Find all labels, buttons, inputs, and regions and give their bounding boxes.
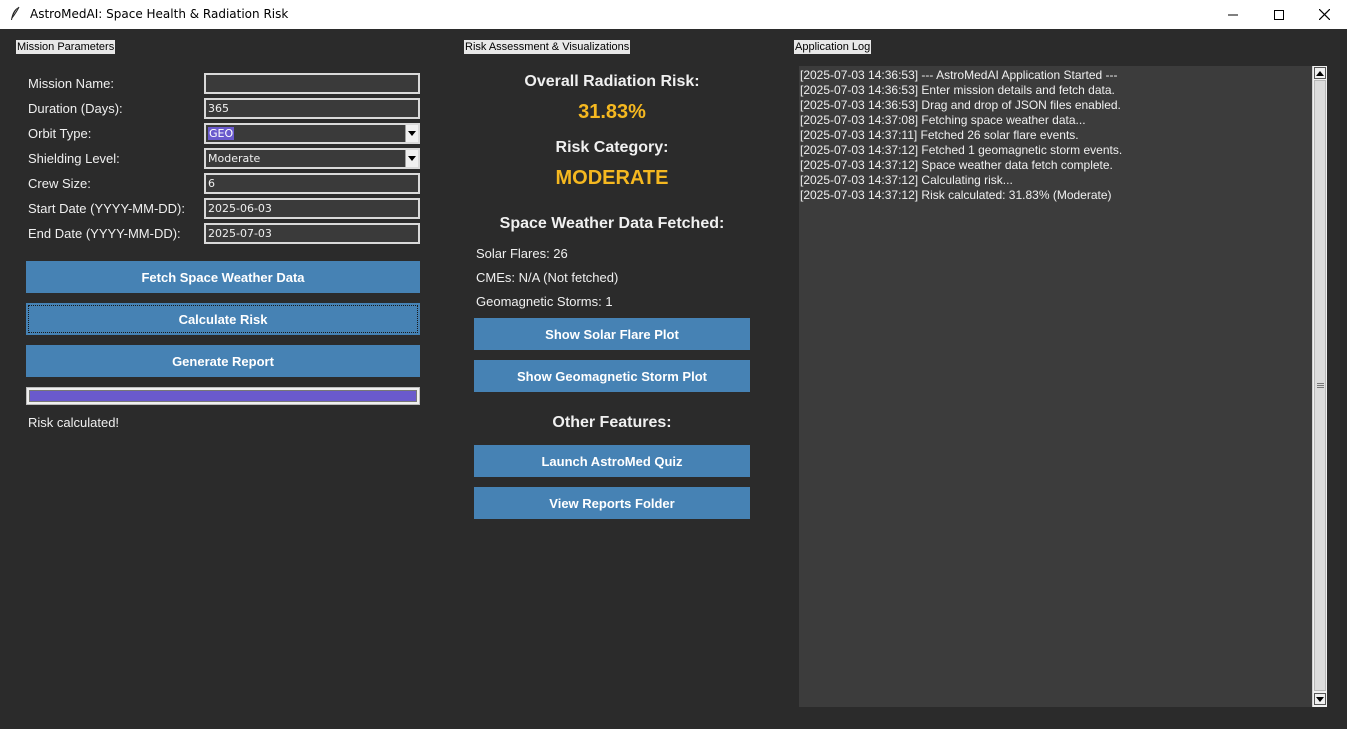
- progress-track: [29, 390, 417, 402]
- orbit-type-label: Orbit Type:: [28, 126, 92, 141]
- fetch-space-weather-button[interactable]: Fetch Space Weather Data: [26, 261, 420, 293]
- log-lines: [2025-07-03 14:36:53] --- AstroMedAI App…: [800, 68, 1310, 203]
- start-date-input[interactable]: 2025-06-03: [204, 198, 420, 219]
- close-button[interactable]: [1301, 0, 1347, 29]
- log-line: [2025-07-03 14:36:53] Drag and drop of J…: [800, 98, 1121, 112]
- risk-category-value: MODERATE: [555, 167, 669, 189]
- scroll-up-button[interactable]: [1314, 67, 1326, 79]
- grip-line: [1317, 387, 1324, 388]
- cmes-count: CMEs: N/A (Not fetched): [476, 270, 619, 285]
- dropdown-arrow-icon[interactable]: [405, 125, 418, 142]
- crew-size-label: Crew Size:: [28, 176, 91, 191]
- application-log[interactable]: [2025-07-03 14:36:53] --- AstroMedAI App…: [799, 66, 1327, 707]
- log-line: [2025-07-03 14:37:11] Fetched 26 solar f…: [800, 128, 1079, 142]
- duration-label: Duration (Days):: [28, 101, 123, 116]
- chevron-down-icon: [1316, 696, 1324, 702]
- log-scrollbar[interactable]: [1312, 66, 1327, 707]
- shielding-level-label: Shielding Level:: [28, 151, 120, 166]
- duration-input[interactable]: 365: [204, 98, 420, 119]
- log-line: [2025-07-03 14:36:53] Enter mission deta…: [800, 83, 1115, 97]
- title-bar: AstroMedAI: Space Health & Radiation Ris…: [0, 0, 1347, 29]
- solar-flares-count: Solar Flares: 26: [476, 246, 568, 261]
- log-line: [2025-07-03 14:37:08] Fetching space wea…: [800, 113, 1086, 127]
- launch-quiz-button[interactable]: Launch AstroMed Quiz: [474, 445, 750, 477]
- log-line: [2025-07-03 14:37:12] Risk calculated: 3…: [800, 188, 1112, 202]
- risk-assessment-label: Risk Assessment & Visualizations: [464, 40, 631, 54]
- end-date-label: End Date (YYYY-MM-DD):: [28, 226, 181, 241]
- shielding-level-value: Moderate: [208, 152, 261, 165]
- calculate-risk-button[interactable]: Calculate Risk: [26, 303, 420, 335]
- space-weather-heading: Space Weather Data Fetched:: [499, 215, 725, 232]
- end-date-input[interactable]: 2025-07-03: [204, 223, 420, 244]
- focus-ring: [28, 305, 418, 333]
- scroll-down-button[interactable]: [1314, 693, 1326, 705]
- generate-report-button[interactable]: Generate Report: [26, 345, 420, 377]
- shielding-level-select[interactable]: Moderate: [204, 148, 420, 169]
- log-line: [2025-07-03 14:37:12] Fetched 1 geomagne…: [800, 143, 1123, 157]
- progress-bar: [26, 387, 420, 405]
- mission-parameters-label: Mission Parameters: [16, 40, 116, 54]
- other-features-heading: Other Features:: [552, 414, 672, 431]
- log-line: [2025-07-03 14:37:12] Space weather data…: [800, 158, 1113, 172]
- mission-name-input[interactable]: [204, 73, 420, 94]
- scrollbar-thumb[interactable]: [1314, 80, 1326, 691]
- show-geomagnetic-storm-plot-button[interactable]: Show Geomagnetic Storm Plot: [474, 360, 750, 392]
- overall-risk-label: Overall Radiation Risk:: [524, 73, 700, 90]
- orbit-type-select[interactable]: GEO: [204, 123, 420, 144]
- orbit-type-value: GEO: [208, 127, 235, 140]
- mission-name-label: Mission Name:: [28, 76, 114, 91]
- main-area: Mission Parameters Mission Name: Duratio…: [0, 29, 1347, 729]
- chevron-up-icon: [1316, 70, 1324, 76]
- close-icon: [1318, 9, 1330, 20]
- dropdown-arrow-icon[interactable]: [405, 150, 418, 167]
- minimize-icon: [1228, 14, 1238, 15]
- maximize-button[interactable]: [1256, 0, 1302, 29]
- crew-size-input[interactable]: 6: [204, 173, 420, 194]
- show-solar-flare-plot-button[interactable]: Show Solar Flare Plot: [474, 318, 750, 350]
- grip-line: [1317, 385, 1324, 386]
- log-line: [2025-07-03 14:37:12] Calculating risk..…: [800, 173, 1013, 187]
- risk-category-label: Risk Category:: [555, 139, 669, 156]
- view-reports-folder-button[interactable]: View Reports Folder: [474, 487, 750, 519]
- status-text: Risk calculated!: [28, 415, 120, 430]
- maximize-icon: [1274, 9, 1284, 20]
- window-title: AstroMedAI: Space Health & Radiation Ris…: [30, 7, 289, 21]
- start-date-label: Start Date (YYYY-MM-DD):: [28, 201, 185, 216]
- log-line: [2025-07-03 14:36:53] --- AstroMedAI App…: [800, 68, 1118, 82]
- overall-risk-value: 31.83%: [578, 101, 646, 123]
- geomagnetic-storms-count: Geomagnetic Storms: 1: [476, 294, 613, 309]
- grip-line: [1317, 383, 1324, 384]
- minimize-button[interactable]: [1210, 0, 1256, 29]
- application-log-label: Application Log: [794, 40, 872, 54]
- progress-fill: [30, 391, 416, 401]
- feather-icon: [11, 6, 20, 20]
